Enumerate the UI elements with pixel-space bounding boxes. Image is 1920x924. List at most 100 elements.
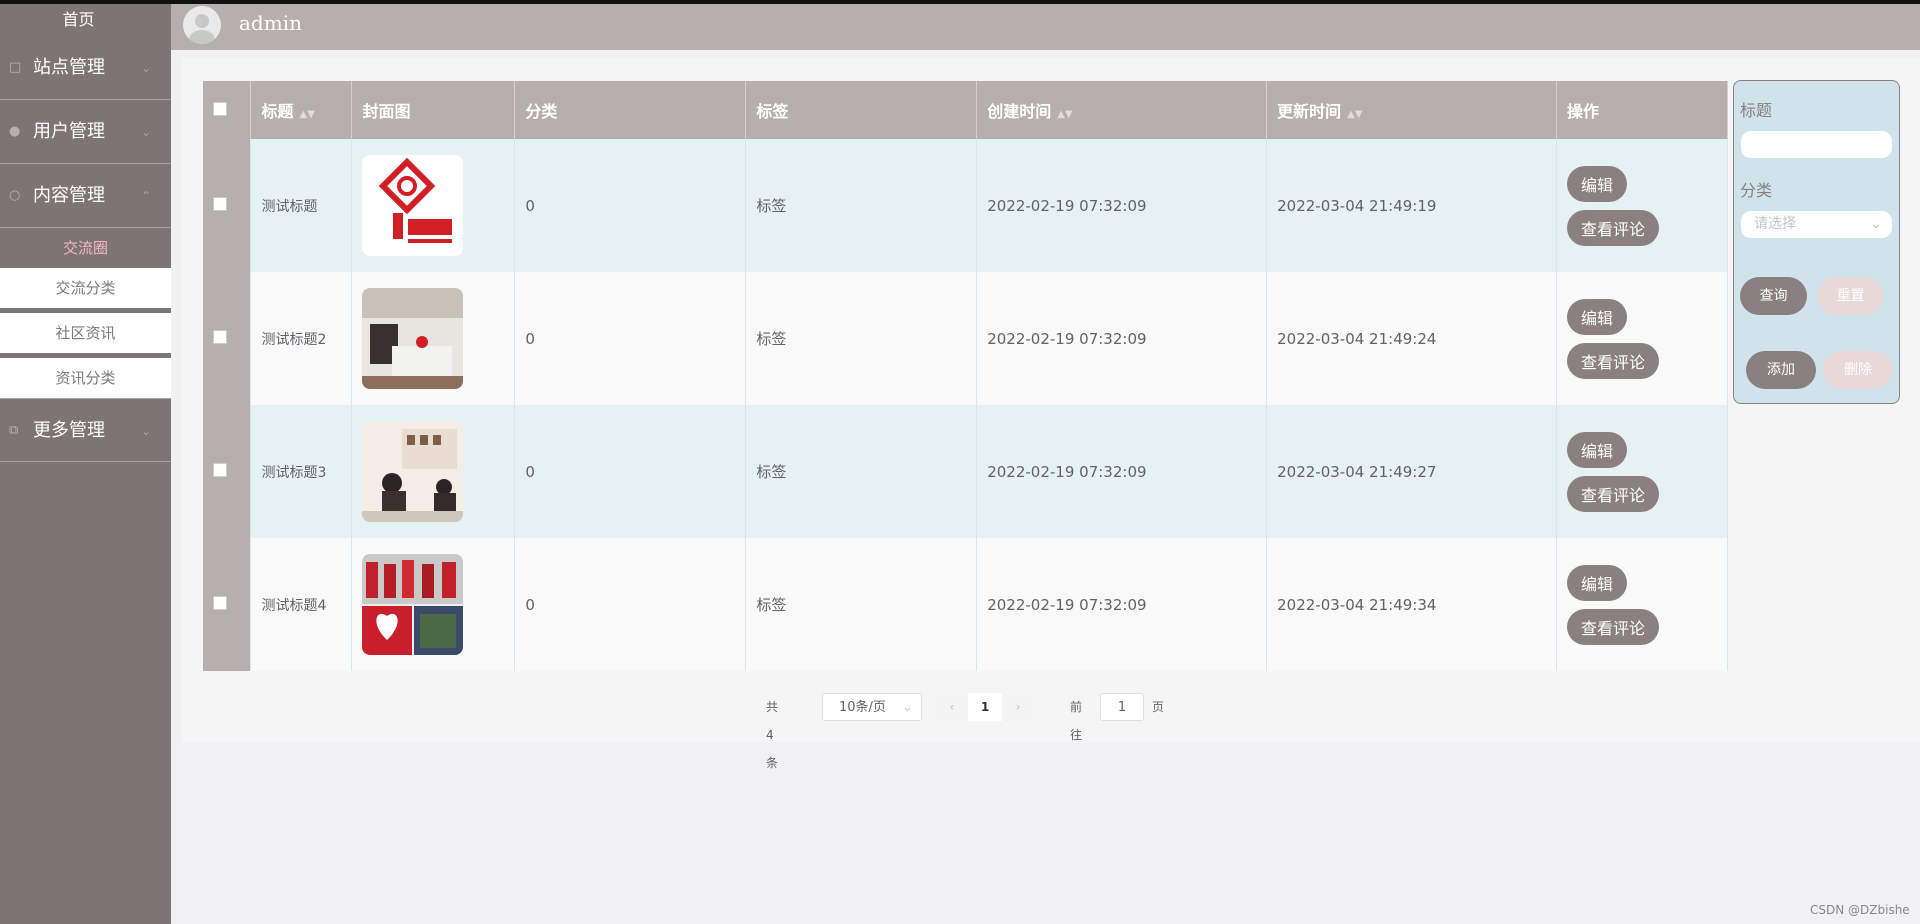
delete-button[interactable]: 删除 (1823, 351, 1893, 389)
prev-page-button[interactable]: ‹ (938, 693, 966, 721)
cover-image-collage[interactable] (362, 554, 464, 655)
select-all-checkbox[interactable] (213, 101, 227, 116)
cell-updated: 2022-03-04 21:49:19 (1266, 139, 1557, 272)
col-cover: 封面图 (351, 81, 516, 139)
row-checkbox[interactable] (213, 595, 227, 610)
sidebar-item-label: 更多管理 (33, 420, 105, 441)
header: admin (171, 4, 1920, 50)
sidebar-home[interactable]: 首页 (0, 4, 171, 36)
chevron-down-icon: ⌄ (140, 125, 151, 139)
select-all-cell (203, 81, 252, 139)
cell-tag: 标签 (745, 139, 978, 272)
row-checkbox[interactable] (213, 196, 227, 211)
cell-cover (351, 405, 516, 538)
cell-actions: 编辑 查看评论 (1556, 538, 1728, 671)
chevron-up-icon: ⌃ (140, 189, 151, 203)
edit-button[interactable]: 编辑 (1567, 431, 1628, 468)
add-button[interactable]: 添加 (1746, 351, 1816, 389)
cell-tag: 标签 (745, 405, 978, 538)
cover-image-office[interactable] (362, 288, 464, 389)
cell-created: 2022-02-19 07:32:09 (976, 139, 1268, 272)
goto-label: 前往 (1070, 700, 1083, 742)
cell-created: 2022-02-19 07:32:09 (976, 272, 1268, 405)
edit-button[interactable]: 编辑 (1567, 564, 1628, 601)
cell-category: 0 (514, 405, 747, 538)
goto-page-input[interactable]: 1 (1100, 693, 1144, 721)
submenu-item-news[interactable]: 社区资讯 (0, 313, 171, 353)
chevron-down-icon: ⌄ (902, 700, 913, 715)
table-row: 测试标题 0 标签 2022-02-19 07:32:09 2022-03-04… (203, 139, 1728, 272)
sidebar-item-more[interactable]: ⧉ 更多管理 ⌄ (0, 398, 171, 462)
cell-updated: 2022-03-04 21:49:34 (1266, 538, 1557, 671)
row-select-cell (203, 139, 252, 272)
row-checkbox[interactable] (213, 462, 227, 477)
col-updated[interactable]: 更新时间 ▲▼ (1266, 81, 1557, 139)
sidebar-item-content[interactable]: ○ 内容管理 ⌃ (0, 164, 171, 228)
watermark: CSDN @DZbishe (1810, 903, 1910, 917)
cell-actions: 编辑 查看评论 (1556, 139, 1728, 272)
page-suffix: 页 (1152, 700, 1165, 714)
cell-title: 测试标题2 (250, 272, 353, 405)
category-select[interactable]: 请选择 ⌄ (1741, 211, 1892, 238)
edit-button[interactable]: 编辑 (1567, 165, 1628, 202)
chevron-down-icon: ⌄ (1870, 216, 1882, 232)
cell-actions: 编辑 查看评论 (1556, 405, 1728, 538)
table-row: 测试标题3 0 标签 2022-02-19 07:32:09 2022-03-0… (203, 405, 1728, 538)
col-created[interactable]: 创建时间 ▲▼ (976, 81, 1268, 139)
cell-created: 2022-02-19 07:32:09 (976, 538, 1268, 671)
table-row: 测试标题4 0 标签 2022-02-19 07:32:09 2022-03-0… (203, 538, 1728, 671)
user-icon: ● (9, 124, 21, 139)
col-category: 分类 (514, 81, 747, 139)
category-label: 分类 (1740, 181, 1773, 200)
search-panel: 标题 分类 请选择 ⌄ 查询 重置 添加 删除 (1733, 80, 1900, 404)
edit-button[interactable]: 编辑 (1567, 298, 1628, 335)
next-page-button[interactable]: › (1004, 693, 1032, 721)
row-checkbox[interactable] (213, 329, 227, 344)
cell-category: 0 (514, 272, 747, 405)
title-input[interactable] (1741, 131, 1892, 158)
query-button[interactable]: 查询 (1740, 277, 1807, 315)
chevron-down-icon: ⌄ (140, 424, 151, 438)
submenu-item-circle[interactable]: 交流圈 (0, 228, 171, 268)
view-comments-button[interactable]: 查看评论 (1567, 342, 1660, 379)
col-title[interactable]: 标题 ▲▼ (250, 81, 353, 139)
cell-cover (351, 272, 516, 405)
sidebar-item-label: 站点管理 (33, 57, 105, 78)
chevron-down-icon: ⌄ (140, 61, 151, 75)
sort-icon[interactable]: ▲▼ (300, 109, 315, 120)
cell-title: 测试标题 (250, 139, 353, 272)
cover-image-community-logo[interactable] (362, 155, 464, 256)
cell-tag: 标签 (745, 272, 978, 405)
submenu-item-news-category[interactable]: 资讯分类 (0, 358, 171, 398)
cell-title: 测试标题4 (250, 538, 353, 671)
cell-created: 2022-02-19 07:32:09 (976, 405, 1268, 538)
sidebar: 首页 □ 站点管理 ⌄ ● 用户管理 ⌄ ○ 内容管理 ⌃ 交流圈 交流分类 社… (0, 4, 171, 924)
row-select-cell (203, 272, 252, 405)
sort-icon[interactable]: ▲▼ (1057, 109, 1072, 120)
view-comments-button[interactable]: 查看评论 (1567, 209, 1660, 246)
view-comments-button[interactable]: 查看评论 (1567, 475, 1660, 512)
row-select-cell (203, 538, 252, 671)
view-comments-button[interactable]: 查看评论 (1567, 608, 1660, 645)
chat-icon: ○ (9, 188, 21, 203)
row-select-cell (203, 405, 252, 538)
cell-updated: 2022-03-04 21:49:24 (1266, 272, 1557, 405)
username: admin (239, 11, 302, 35)
cell-title: 测试标题3 (250, 405, 353, 538)
page-size-select[interactable]: 10条/页 ⌄ (822, 693, 922, 721)
avatar[interactable] (183, 6, 221, 44)
cell-cover (351, 139, 516, 272)
sidebar-item-users[interactable]: ● 用户管理 ⌄ (0, 100, 171, 164)
cover-image-reception[interactable] (362, 421, 464, 522)
cell-tag: 标签 (745, 538, 978, 671)
reset-button[interactable]: 重置 (1817, 277, 1884, 315)
sidebar-item-site[interactable]: □ 站点管理 ⌄ (0, 36, 171, 100)
total-count: 共 4 条 (766, 700, 779, 770)
cell-category: 0 (514, 139, 747, 272)
table-header-row: 标题 ▲▼ 封面图 分类 标签 创建时间 ▲▼ 更新时间 ▲▼ 操作 (203, 81, 1728, 139)
cell-cover (351, 538, 516, 671)
page-number[interactable]: 1 (968, 693, 1002, 721)
submenu-item-circle-category[interactable]: 交流分类 (0, 268, 171, 308)
sort-icon[interactable]: ▲▼ (1347, 109, 1362, 120)
table-row: 测试标题2 0 标签 2022-02-19 07:32:09 2022-03-0… (203, 272, 1728, 405)
